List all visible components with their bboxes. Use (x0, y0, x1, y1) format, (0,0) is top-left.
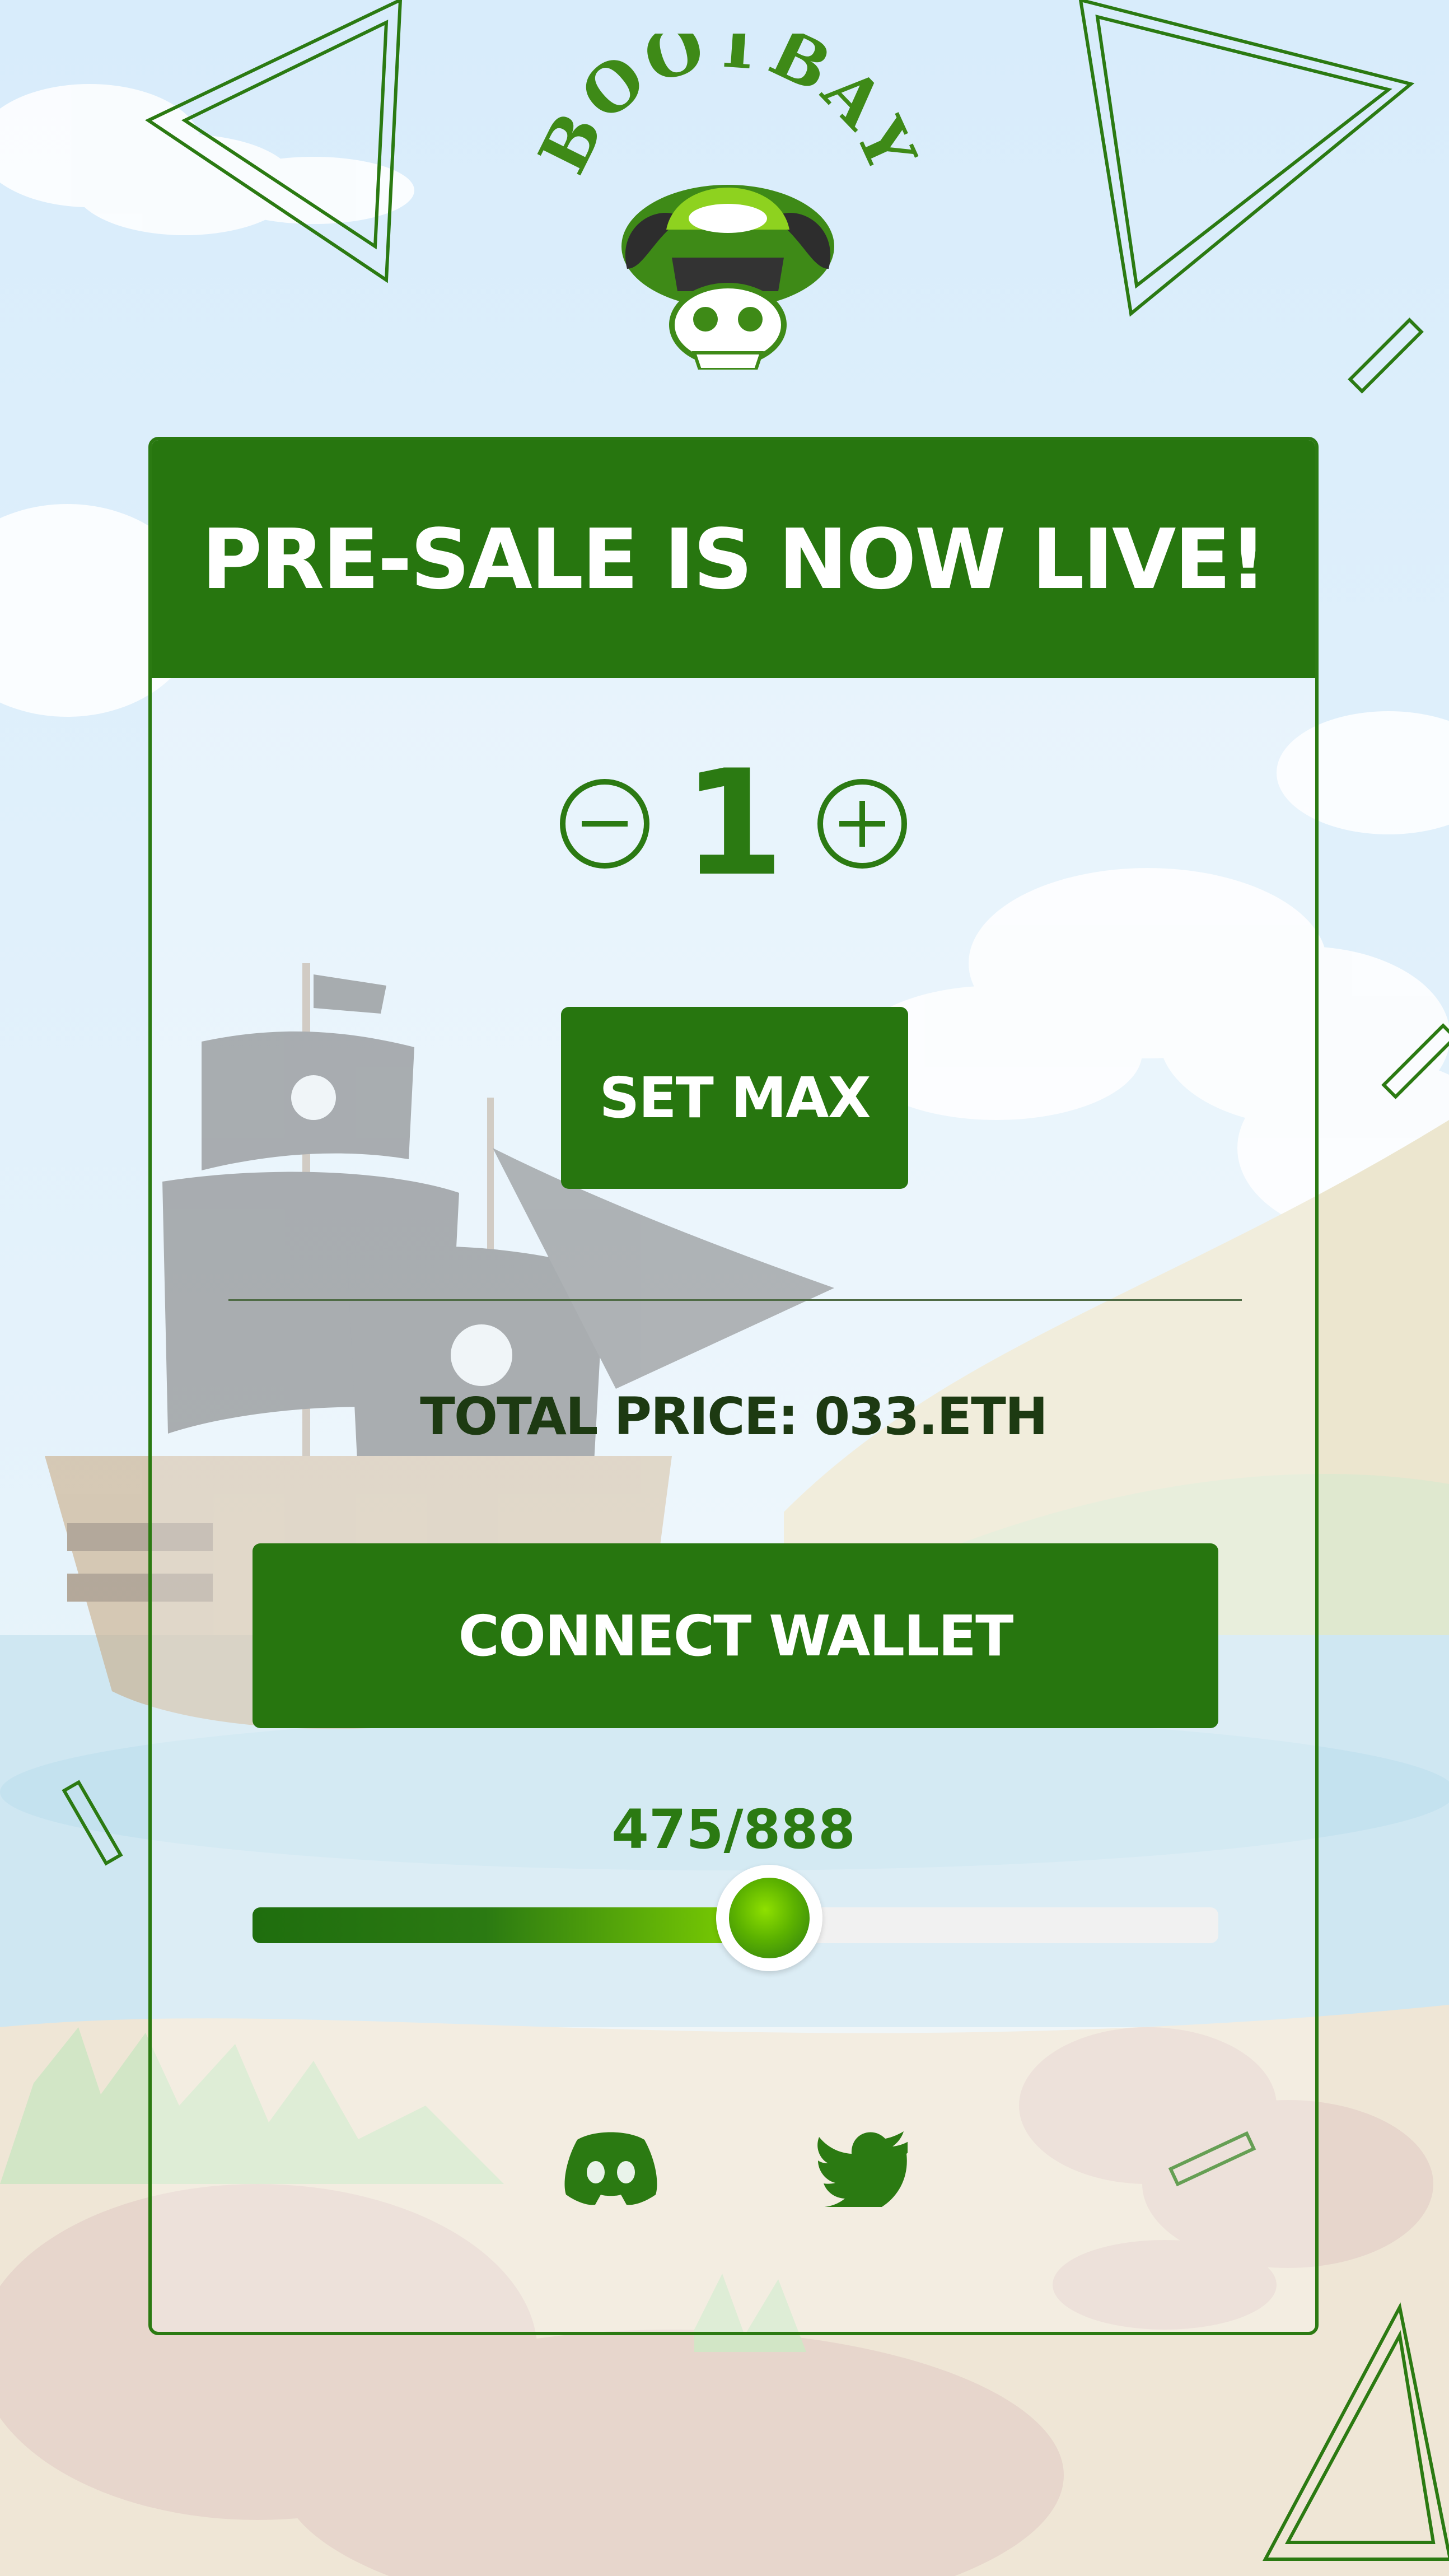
presale-card: PRE-SALE IS NOW LIVE! 1 SET MAX TOTAL PR… (148, 437, 1319, 2335)
card-header: PRE-SALE IS NOW LIVE! (152, 440, 1315, 678)
total-price: TOTAL PRICE: 033.ETH (420, 1387, 1048, 1446)
connect-wallet-button[interactable]: CONNECT WALLET (253, 1543, 1218, 1728)
quantity-value: 1 (683, 739, 784, 908)
increment-button[interactable] (817, 779, 907, 869)
brand-name: BOOTBAY (532, 34, 924, 185)
divider (228, 1299, 1242, 1301)
brand-logo: BOOTBAY (532, 34, 924, 370)
mint-progress-fill (253, 1907, 769, 1943)
decrement-button[interactable] (560, 779, 649, 869)
set-max-button[interactable]: SET MAX (561, 1007, 908, 1189)
mint-progress-bar (253, 1865, 1218, 1971)
skull-icon (621, 185, 834, 370)
discord-icon[interactable] (560, 2123, 661, 2207)
quantity-stepper: 1 (152, 739, 1315, 908)
minus-icon (582, 821, 628, 827)
minted-count: 475/888 (611, 1798, 856, 1861)
mint-progress-handle[interactable] (716, 1865, 822, 1971)
svg-text:BOOTBAY: BOOTBAY (532, 34, 924, 185)
presale-headline: PRE-SALE IS NOW LIVE! (201, 511, 1267, 608)
twitter-icon[interactable] (807, 2123, 908, 2207)
